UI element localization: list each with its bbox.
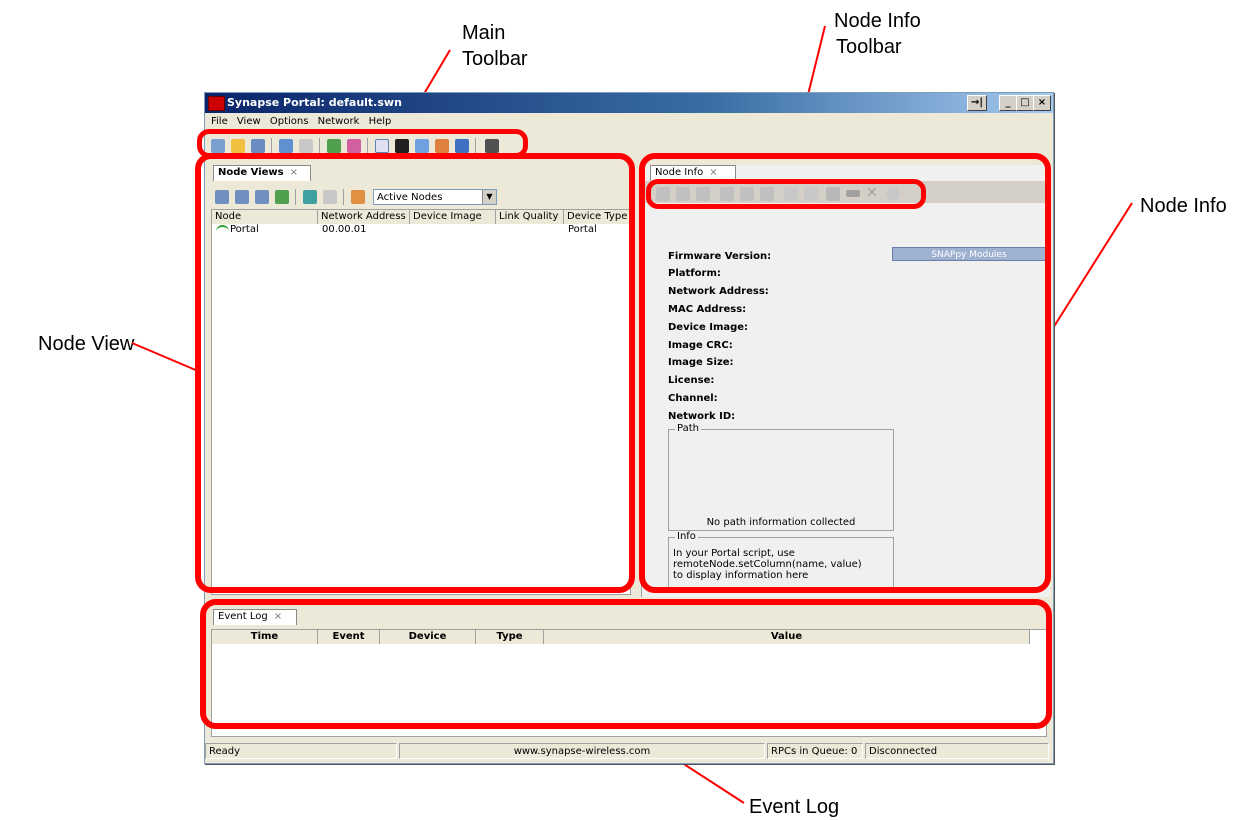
title-bar[interactable]: Synapse Portal: default.swn →| _ □ × [205, 93, 1053, 113]
menu-bar: File View Options Network Help [205, 114, 1053, 130]
menu-network[interactable]: Network [318, 116, 360, 127]
status-ready: Ready [205, 743, 397, 759]
maximize-button[interactable]: □ [1016, 95, 1034, 111]
node-info-highlight [639, 153, 1051, 593]
window-title: Synapse Portal: default.swn [227, 96, 402, 109]
menu-help[interactable]: Help [369, 116, 392, 127]
event-log-highlight [200, 599, 1052, 729]
close-button[interactable]: × [1033, 95, 1051, 111]
status-url: www.synapse-wireless.com [399, 743, 765, 759]
pin-button[interactable]: →| [967, 95, 987, 111]
menu-view[interactable]: View [237, 116, 261, 127]
menu-options[interactable]: Options [270, 116, 309, 127]
minimize-button[interactable]: _ [999, 95, 1017, 111]
status-rpc-queue: RPCs in Queue: 0 [767, 743, 863, 759]
app-icon [208, 96, 225, 111]
node-view-highlight [195, 153, 635, 593]
menu-file[interactable]: File [211, 116, 228, 127]
status-connection: Disconnected [865, 743, 1049, 759]
node-info-toolbar-highlight [646, 179, 926, 209]
